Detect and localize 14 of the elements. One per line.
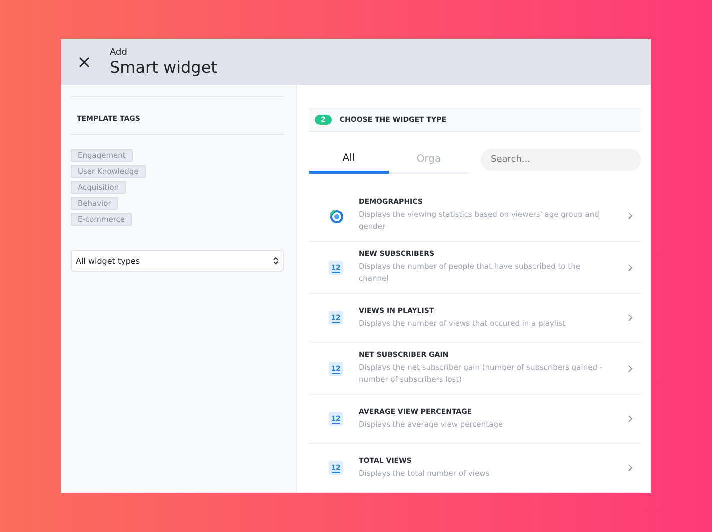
chevron-right-icon <box>628 415 633 423</box>
close-icon[interactable] <box>79 56 90 68</box>
window-title: Smart widget <box>110 58 218 76</box>
chevron-right-icon <box>628 264 633 272</box>
chevron-right-icon <box>628 314 633 322</box>
search-field[interactable]: Search... <box>481 149 641 171</box>
chevron-updown-icon <box>273 256 279 266</box>
chevron-right-icon <box>628 212 633 220</box>
chevron-right-icon <box>628 364 633 372</box>
widget-type-select[interactable]: All widget types <box>71 250 284 272</box>
tab[interactable]: All <box>309 146 389 174</box>
radial-chart-icon <box>329 208 343 222</box>
header-overline: Add <box>110 48 128 58</box>
chevron-right-icon <box>628 464 633 472</box>
